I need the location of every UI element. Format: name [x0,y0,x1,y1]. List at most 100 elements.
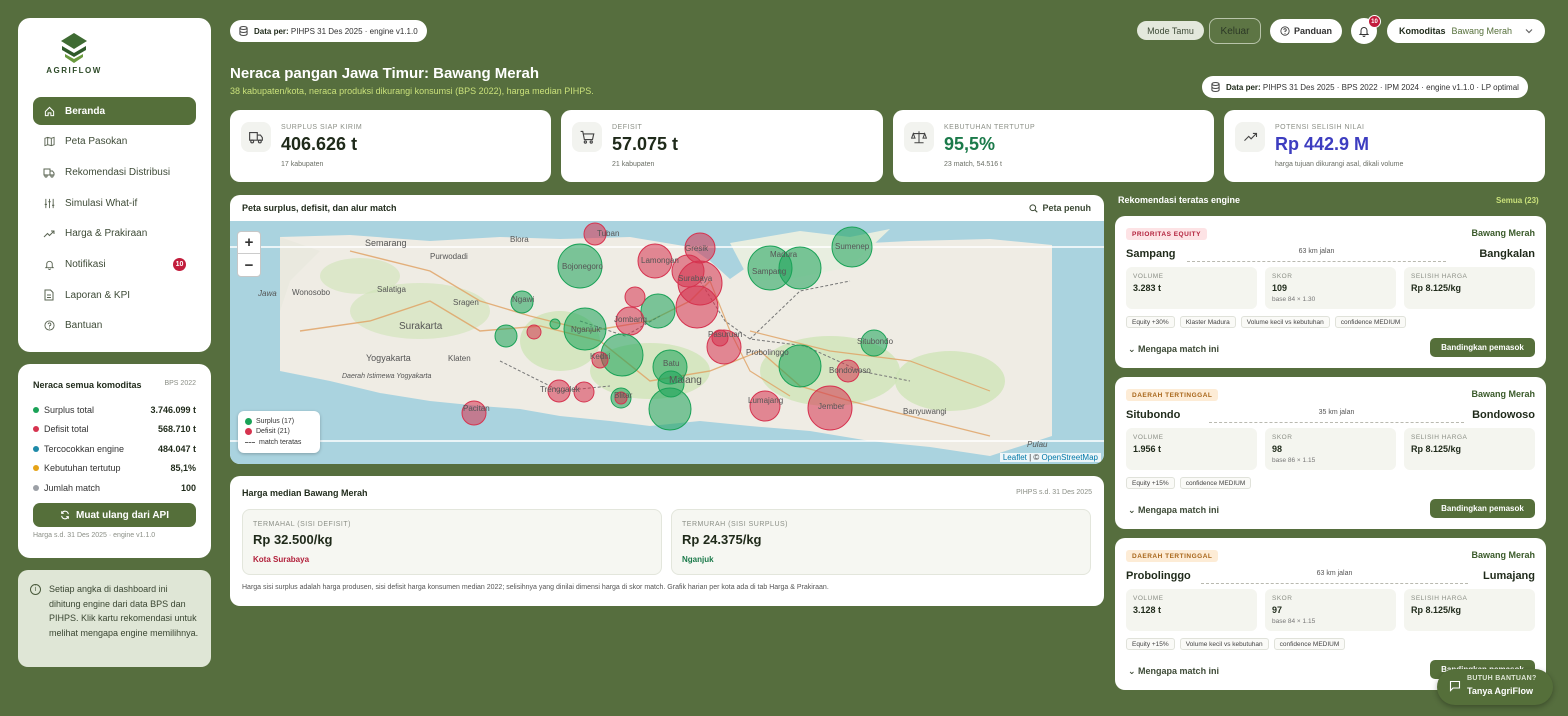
map-label: Surabaya [678,274,713,283]
matched-dot [33,445,39,452]
chip: Volume kecil vs kebutuhan [1240,316,1330,328]
deficit-marker[interactable] [624,286,646,308]
price-source: PIHPS s.d. 31 Des 2025 [1016,489,1092,496]
map-legend: Surplus (17) Defisit (21) match teratas [238,411,320,453]
priority-tag: DAERAH TERTINGGAL [1126,389,1219,401]
komoditas-select[interactable]: Komoditas Bawang Merah [1387,19,1545,43]
balance-row: Jumlah match 100 [33,478,196,498]
guide-button[interactable]: Panduan [1270,19,1342,43]
guest-mode-badge: Mode Tamu [1137,21,1204,40]
chip: Equity +30% [1126,316,1175,328]
map-label: Sumenep [835,242,870,251]
map-label: Sampang [752,267,786,276]
compare-supplier-button[interactable]: Bandingkan pemasok [1430,499,1535,518]
legend-deficit-swatch [245,428,252,436]
recommendation-card[interactable]: PRIORITAS EQUITY Bawang Merah Sampang 63… [1115,216,1546,368]
deficit-marker[interactable] [526,324,542,340]
map-label: Trenggalek [540,385,581,394]
map-label: Jombang [614,315,647,324]
sidebar-item-simulasi[interactable]: Simulasi What-if [33,189,196,217]
osm-link[interactable]: OpenStreetMap [1042,453,1098,462]
sliders-icon [43,197,55,209]
brand-logo[interactable]: AGRIFLOW [44,32,104,75]
balance-rows: Surplus total 3.746.099 t Defisit total 56… [33,400,196,498]
info-icon: i [30,584,41,595]
balance-row: Defisit total 568.710 t [33,420,196,440]
notifications-button[interactable]: 10 [1351,15,1381,44]
zoom-out-button[interactable]: − [238,254,260,276]
balance-row: Kebutuhan tertutup 85,1% [33,459,196,479]
match-count-dot [33,484,39,491]
map-label: Banyuwangi [903,407,947,416]
map-label: Lamongan [641,256,679,265]
map-label: Daerah Istimewa Yogyakarta [342,373,431,380]
recommendation-card[interactable]: DAERAH TERTINGGAL Bawang Merah Proboling… [1115,538,1546,690]
why-match-toggle[interactable]: ⌄ Mengapa match ini [1128,666,1219,677]
surplus-marker[interactable] [494,324,518,348]
stat-score: SKOR 97 base 84 × 1.15 [1265,589,1396,631]
reason-chips: Equity +30% Klaster Madura Volume kecil … [1126,316,1407,328]
compare-supplier-button[interactable]: Bandingkan pemasok [1430,338,1535,357]
price-note: Harga sisi surplus adalah harga produsen… [242,584,829,591]
brand-name: AGRIFLOW [46,66,102,75]
sidebar-item-laporan[interactable]: Laporan & KPI [33,281,196,309]
map-zoom-control: + − [237,231,261,277]
home-icon [43,105,55,117]
stat-price-diff: SELISIH HARGA Rp 8.125/kg [1404,428,1535,470]
trend-up-icon [43,228,55,240]
chat-icon [1449,680,1461,692]
chevron-down-icon [1525,29,1533,34]
kpi-potensi: POTENSI SELISIH NILAI Rp 442.9 M harga t… [1224,110,1545,182]
sidebar: AGRIFLOW Beranda Peta Pasokan Rekomendas… [18,18,211,352]
sidebar-item-rekomendasi[interactable]: Rekomendasi Distribusi [33,158,196,186]
coverage-dot [33,465,39,472]
leaf-logo-icon [61,33,87,63]
route-distance: 63 km jalan [1187,248,1446,262]
recommendations-all-link[interactable]: Semua (23) [1496,196,1539,205]
leaflet-link[interactable]: Leaflet [1003,453,1027,462]
map-label: Kediri [590,352,611,361]
map-label: Pulau [1027,440,1048,449]
map-label: Yogyakarta [366,353,411,363]
map-label: Malang [669,375,702,386]
sidebar-item-label: Laporan & KPI [65,289,131,301]
kpi-surplus: SURPLUS SIAP KIRIM 406.626 t 17 kabupate… [230,110,551,182]
deficit-marker[interactable] [675,285,719,329]
kpi-defisit: DEFISIT 57.075 t 21 kabupaten [561,110,883,182]
reload-api-button[interactable]: Muat ulang dari API [33,503,196,527]
origin-city: Sampang [1126,248,1176,260]
trend-up-icon [1235,122,1265,152]
map-label: Surakarta [399,321,443,332]
help-chat-button[interactable]: BUTUH BANTUAN? Tanya AgriFlow [1437,669,1553,705]
help-circle-icon [43,320,55,332]
surplus-marker[interactable] [549,318,561,330]
data-source-pill: Data per: PIHPS 31 Des 2025 · engine v1.… [230,20,427,42]
map-label: Klaten [448,354,471,363]
truck-icon [43,166,55,178]
map-label: Bondowoso [829,366,871,375]
sidebar-item-notifikasi[interactable]: Notifikasi 10 [33,250,196,278]
kpi-kebutuhan: KEBUTUHAN TERTUTUP 95,5% 23 match, 54.51… [893,110,1214,182]
help-circle-icon [1280,26,1290,36]
chip: Equity +15% [1126,477,1175,489]
sidebar-item-beranda[interactable]: Beranda [33,97,196,125]
info-text: Setiap angka di dashboard ini dihitung e… [49,584,199,638]
why-match-toggle[interactable]: ⌄ Mengapa match ini [1128,505,1219,516]
sidebar-item-bantuan[interactable]: Bantuan [33,312,196,340]
logout-button[interactable]: Keluar [1209,18,1261,44]
destination-city: Lumajang [1483,570,1535,582]
full-map-link[interactable]: Peta penuh [1029,203,1091,213]
map-label: Pasuruan [708,330,742,339]
sidebar-item-harga[interactable]: Harga & Prakiraan [33,220,196,248]
recommendation-card[interactable]: DAERAH TERTINGGAL Bawang Merah Situbondo… [1115,377,1546,529]
map-label: Jawa [257,289,277,298]
map-label: Pacitan [463,404,490,413]
map-label: Situbondo [857,337,894,346]
sidebar-item-peta-pasokan[interactable]: Peta Pasokan [33,128,196,156]
why-match-toggle[interactable]: ⌄ Mengapa match ini [1128,344,1219,355]
map-label: Wonosobo [292,288,331,297]
map-icon [43,136,55,148]
map-label: Batu [663,359,679,368]
zoom-in-button[interactable]: + [238,232,260,254]
map-canvas[interactable]: Semarang Blora Tuban Purwodadi Bojonegor… [230,221,1104,464]
